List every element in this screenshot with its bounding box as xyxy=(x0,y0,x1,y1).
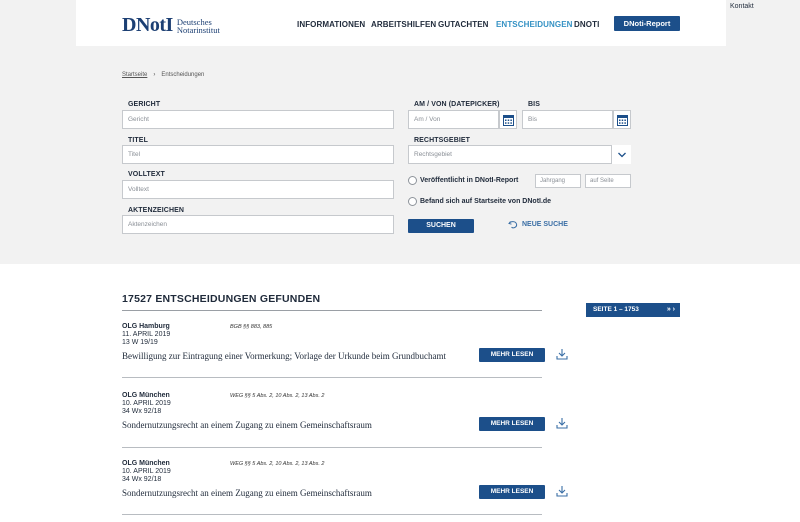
page-margin-left xyxy=(0,0,76,46)
result-title[interactable]: Sondernutzungsrecht an einem Zugang zu e… xyxy=(122,420,372,430)
results-heading: 17527 ENTSCHEIDUNGEN GEFUNDEN xyxy=(122,293,321,305)
report-radio-label: Veröffentlicht in DNotI-Report xyxy=(420,177,519,184)
result-date: 11. APRIL 2019 xyxy=(122,331,171,338)
am-von-calendar-button[interactable] xyxy=(499,110,517,129)
kontakt-link[interactable]: Kontakt xyxy=(730,3,754,10)
result-aktenzeichen: 34 Wx 92/18 xyxy=(122,476,162,483)
volltext-label: VOLLTEXT xyxy=(128,171,165,178)
calendar-icon xyxy=(617,115,628,126)
download-icon[interactable] xyxy=(556,417,568,429)
result-divider xyxy=(122,514,542,515)
more-button[interactable]: MEHR LESEN xyxy=(479,485,545,499)
am-von-input[interactable]: Am / Von xyxy=(408,110,499,129)
reset-arrow-icon xyxy=(508,221,518,229)
rechtsgebiet-dropdown-button[interactable] xyxy=(611,145,631,164)
result-aktenzeichen: 34 Wx 92/18 xyxy=(122,408,162,415)
download-icon[interactable] xyxy=(556,485,568,497)
result-aktenzeichen: 13 W 19/19 xyxy=(122,339,158,346)
more-button[interactable]: MEHR LESEN xyxy=(479,417,545,431)
calendar-icon xyxy=(503,115,514,126)
nav-entscheidungen[interactable]: ENTSCHEIDUNGEN xyxy=(496,20,573,29)
result-court: OLG München xyxy=(122,460,170,467)
volltext-input[interactable]: Volltext xyxy=(122,180,394,199)
logo-mark: DNotI xyxy=(122,14,173,36)
result-norms: WEG §§ 5 Abs. 2, 10 Abs. 2, 13 Abs. 2 xyxy=(230,461,325,467)
aktenzeichen-input[interactable]: Aktenzeichen xyxy=(122,215,394,234)
report-radio[interactable] xyxy=(408,176,417,185)
breadcrumb: Startseite › Entscheidungen xyxy=(122,72,204,78)
new-search-link[interactable]: NEUE SUCHE xyxy=(508,220,568,229)
breadcrumb-separator: › xyxy=(153,72,156,78)
gericht-label: GERICHT xyxy=(128,101,161,108)
nav-informationen[interactable]: INFORMATIONEN xyxy=(297,20,365,29)
bis-input[interactable]: Bis xyxy=(522,110,613,129)
result-norms: WEG §§ 5 Abs. 2, 10 Abs. 2, 13 Abs. 2 xyxy=(230,393,325,399)
chevron-down-icon xyxy=(618,152,626,158)
titel-input[interactable]: Titel xyxy=(122,145,394,164)
nav-gutachten[interactable]: GUTACHTEN xyxy=(438,20,489,29)
result-divider xyxy=(122,377,542,378)
nav-dnoti[interactable]: DNOTI xyxy=(574,20,599,29)
search-button[interactable]: SUCHEN xyxy=(408,219,474,233)
result-title[interactable]: Bewilligung zur Eintragung einer Vormerk… xyxy=(122,351,446,361)
auf-seite-input[interactable]: auf Seite xyxy=(585,174,631,188)
new-search-label: NEUE SUCHE xyxy=(522,221,568,228)
am-von-label: AM / VON (DATEPICKER) xyxy=(414,101,500,108)
dnoti-report-button[interactable]: DNoti-Report xyxy=(614,16,680,31)
nav-arbeitshilfen[interactable]: ARBEITSHILFEN xyxy=(371,20,436,29)
titel-label: TITEL xyxy=(128,137,148,144)
double-chevron-right-icon: » › xyxy=(666,306,675,313)
more-button[interactable]: MEHR LESEN xyxy=(479,348,545,362)
result-date: 10. APRIL 2019 xyxy=(122,400,171,407)
jahrgang-input[interactable]: Jahrgang xyxy=(535,174,581,188)
results-divider xyxy=(122,310,542,311)
aktenzeichen-label: AKTENZEICHEN xyxy=(128,207,185,214)
result-title[interactable]: Sondernutzungsrecht an einem Zugang zu e… xyxy=(122,488,372,498)
startseite-radio-label: Befand sich auf Startseite von DNotI.de xyxy=(420,198,552,205)
result-court: OLG Hamburg xyxy=(122,323,170,330)
rechtsgebiet-select[interactable]: Rechtsgebiet xyxy=(408,145,631,164)
gericht-input[interactable]: Gericht xyxy=(122,110,394,129)
bis-calendar-button[interactable] xyxy=(613,110,631,129)
logo-line-2: Notarinstitut xyxy=(176,24,220,35)
rechtsgebiet-label: RECHTSGEBIET xyxy=(414,137,471,144)
download-icon[interactable] xyxy=(556,348,568,360)
dnoti-logo[interactable]: DNotI Deutsches Notarinstitut xyxy=(122,14,220,37)
search-panel xyxy=(0,46,800,264)
result-divider xyxy=(122,447,542,448)
breadcrumb-home[interactable]: Startseite xyxy=(122,72,147,78)
result-norms: BGB §§ 883, 885 xyxy=(230,324,273,330)
bis-label: BIS xyxy=(528,101,540,108)
breadcrumb-current: Entscheidungen xyxy=(161,72,205,78)
startseite-radio[interactable] xyxy=(408,197,417,206)
result-court: OLG München xyxy=(122,392,170,399)
pagination-button[interactable]: SEITE 1 – 1753 » › xyxy=(586,303,680,317)
result-date: 10. APRIL 2019 xyxy=(122,468,171,475)
logo-subtitle: Deutsches Notarinstitut xyxy=(176,17,220,35)
pagination-label: SEITE 1 – 1753 xyxy=(593,306,639,313)
site-header: DNotI Deutsches Notarinstitut Kontakt IN… xyxy=(76,0,754,46)
